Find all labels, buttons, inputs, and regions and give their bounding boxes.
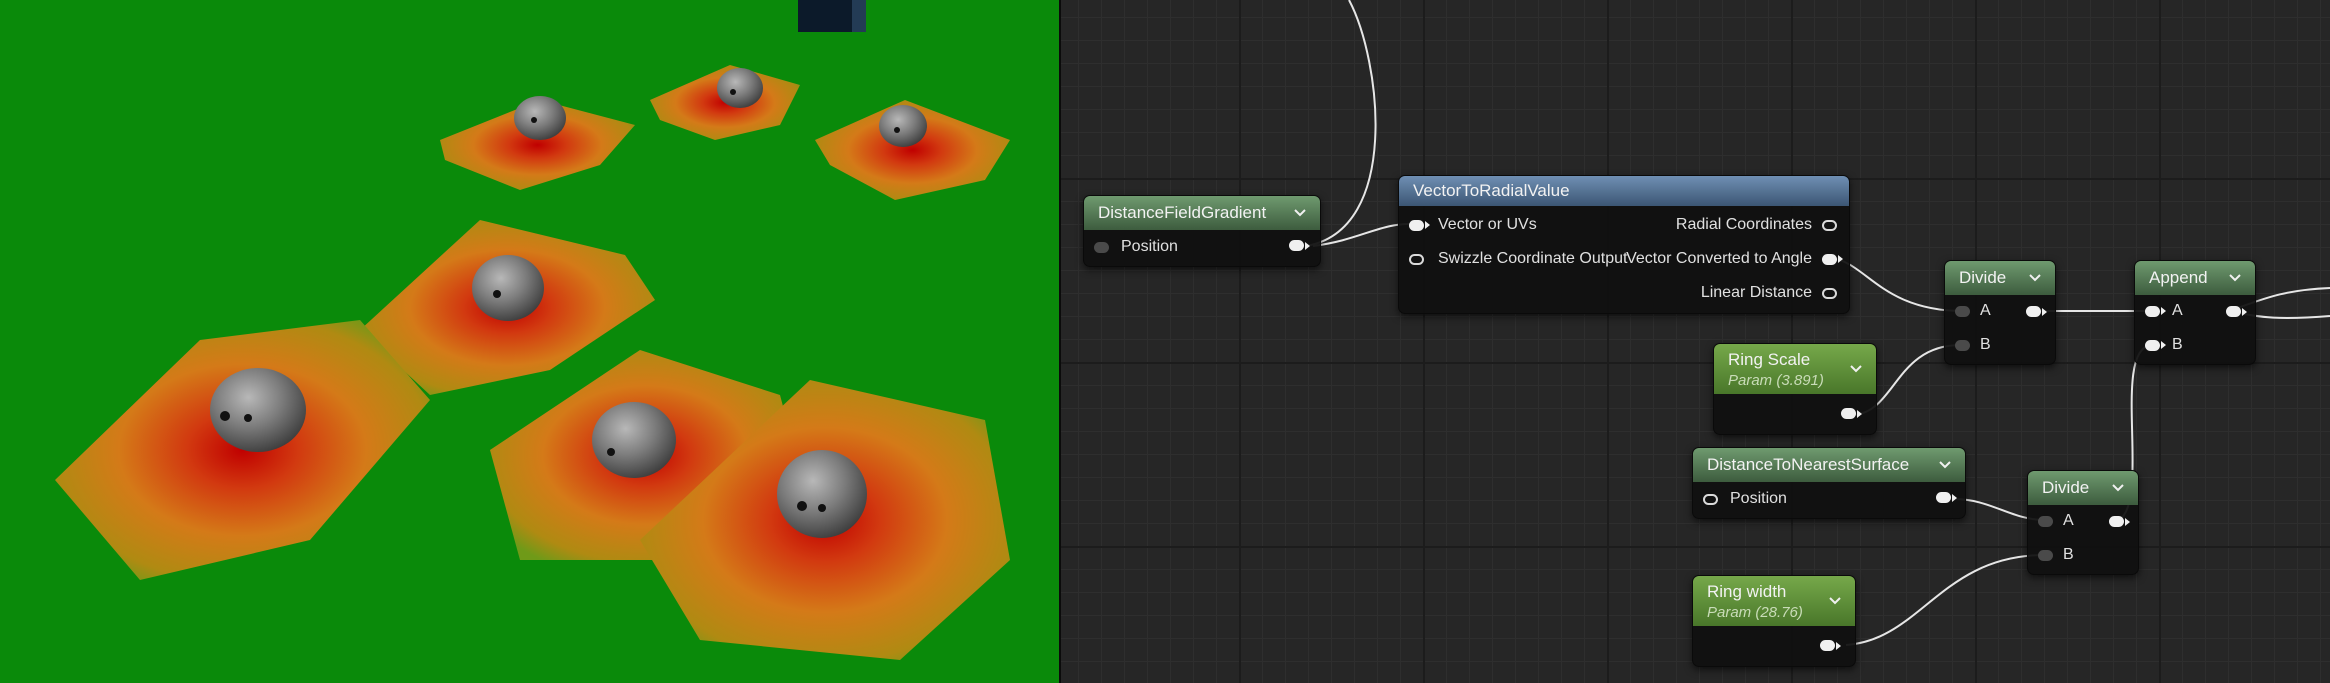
pin-row-b: B <box>2038 546 2074 564</box>
output-pin-value[interactable] <box>1841 408 1862 419</box>
node-header: Ring Scale Param (3.891) <box>1714 344 1876 394</box>
node-ring-width[interactable]: Ring width Param (28.76) <box>1692 575 1856 667</box>
node-distance-field-gradient[interactable]: DistanceFieldGradient Position <box>1083 195 1321 267</box>
node-header: VectorToRadialValue <box>1399 176 1849 206</box>
output-pin[interactable] <box>1822 253 1837 265</box>
chevron-down-icon[interactable] <box>2227 270 2243 286</box>
pin-label: A <box>2063 512 2074 529</box>
chevron-down-icon[interactable] <box>2110 480 2126 496</box>
heat-decal-5 <box>55 320 430 580</box>
input-pin[interactable] <box>2145 305 2160 317</box>
rock-icon <box>592 402 676 478</box>
pin-row-radial-coordinates: Radial Coordinates <box>1676 216 1837 234</box>
node-title: DistanceToNearestSurface <box>1707 455 1910 474</box>
pin-label: Vector Converted to Angle <box>1626 250 1812 267</box>
output-pin-result[interactable] <box>2109 516 2130 527</box>
node-ring-scale[interactable]: Ring Scale Param (3.891) <box>1713 343 1877 435</box>
output-pin-position[interactable] <box>1289 240 1310 251</box>
pin-row-b: B <box>1955 336 1991 354</box>
input-pin[interactable] <box>1409 219 1424 231</box>
rock-icon <box>777 450 867 538</box>
input-pin[interactable] <box>2038 549 2053 561</box>
node-header: DistanceFieldGradient <box>1084 196 1320 230</box>
pin-row-position: Position <box>1094 238 1178 256</box>
chevron-down-icon[interactable] <box>1848 361 1864 377</box>
rock-icon <box>717 68 763 108</box>
pin-label: Linear Distance <box>1700 284 1812 301</box>
node-header: Divide <box>1945 261 2055 295</box>
output-pin[interactable] <box>1841 408 1856 419</box>
pin-label: Vector or UVs <box>1438 216 1537 233</box>
node-header: Append <box>2135 261 2255 295</box>
pin-row-position: Position <box>1703 490 1787 508</box>
input-pin[interactable] <box>1703 493 1718 505</box>
output-pin-result[interactable] <box>2226 306 2247 317</box>
output-pin-distance[interactable] <box>1936 492 1957 503</box>
pin-row-a: A <box>2145 302 2183 320</box>
pin-label: Radial Coordinates <box>1675 216 1812 233</box>
output-pin[interactable] <box>2226 306 2241 317</box>
pin-label: Position <box>1730 490 1787 507</box>
rock-icon <box>472 255 544 321</box>
node-header: DistanceToNearestSurface <box>1693 448 1965 482</box>
pin-row-a: A <box>2038 512 2074 530</box>
node-title: Divide <box>2042 478 2090 497</box>
input-pin[interactable] <box>1955 339 1970 351</box>
material-graph[interactable]: DistanceFieldGradient Position VectorToR… <box>1061 0 2330 683</box>
chevron-down-icon[interactable] <box>1937 457 1953 473</box>
pin-label: B <box>2172 336 2183 353</box>
rock-icon <box>210 368 306 452</box>
rock-icon <box>514 96 566 140</box>
node-subtitle: Param (3.891) <box>1728 371 1824 389</box>
output-pin[interactable] <box>2109 516 2124 527</box>
chevron-down-icon[interactable] <box>1827 593 1843 609</box>
scene-render <box>55 0 1010 660</box>
output-pin-value[interactable] <box>1820 640 1841 651</box>
node-vector-to-radial-value[interactable]: VectorToRadialValue Vector or UVs Swizzl… <box>1398 175 1850 314</box>
node-divide-2[interactable]: Divide A B <box>2027 470 2139 575</box>
node-title: VectorToRadialValue <box>1413 181 1570 200</box>
pin-row-a: A <box>1955 302 1991 320</box>
wire-angle-to-divide1-a <box>1830 257 1962 312</box>
chevron-down-icon[interactable] <box>2027 270 2043 286</box>
chevron-down-icon[interactable] <box>1292 205 1308 221</box>
pin-row-b: B <box>2145 336 2183 354</box>
input-pin[interactable] <box>2145 339 2160 351</box>
node-title: Divide <box>1959 268 2007 287</box>
node-header: Ring width Param (28.76) <box>1693 576 1855 626</box>
output-pin[interactable] <box>1289 240 1304 251</box>
node-title: Ring Scale <box>1728 349 1811 369</box>
wire-ringwidth-to-divide2-b <box>1845 554 2046 646</box>
input-pin[interactable] <box>2038 515 2053 527</box>
output-pin[interactable] <box>1822 219 1837 231</box>
pin-label: Swizzle Coordinate Output <box>1438 250 1628 267</box>
input-pin[interactable] <box>1955 305 1970 317</box>
pin-label: B <box>1980 336 1991 353</box>
node-header: Divide <box>2028 471 2138 505</box>
node-distance-to-nearest-surface[interactable]: DistanceToNearestSurface Position <box>1692 447 1966 519</box>
output-pin[interactable] <box>1822 287 1837 299</box>
node-append[interactable]: Append A B <box>2134 260 2256 365</box>
node-title: Append <box>2149 268 2208 287</box>
node-divide-1[interactable]: Divide A B <box>1944 260 2056 365</box>
output-pin-result[interactable] <box>2026 306 2047 317</box>
input-pin[interactable] <box>1409 253 1424 265</box>
viewport-3d[interactable] <box>0 0 1059 683</box>
output-pin[interactable] <box>1936 492 1951 503</box>
pin-row-swizzle: Swizzle Coordinate Output <box>1409 250 1627 268</box>
pin-label: Position <box>1121 238 1178 255</box>
pin-row-vector-angle: Vector Converted to Angle <box>1626 250 1843 268</box>
node-title: Ring width <box>1707 581 1787 601</box>
pin-row-linear-distance: Linear Distance <box>1701 284 1837 302</box>
rock-icon <box>879 105 927 147</box>
pin-label: A <box>2172 302 2183 319</box>
output-pin[interactable] <box>2026 306 2041 317</box>
pin-row-vector-or-uvs: Vector or UVs <box>1409 216 1537 234</box>
pin-label: B <box>2063 546 2074 563</box>
input-pin[interactable] <box>1094 241 1109 253</box>
node-subtitle: Param (28.76) <box>1707 603 1803 621</box>
node-title: DistanceFieldGradient <box>1098 203 1267 222</box>
output-pin[interactable] <box>1820 640 1835 651</box>
pin-label: A <box>1980 302 1991 319</box>
